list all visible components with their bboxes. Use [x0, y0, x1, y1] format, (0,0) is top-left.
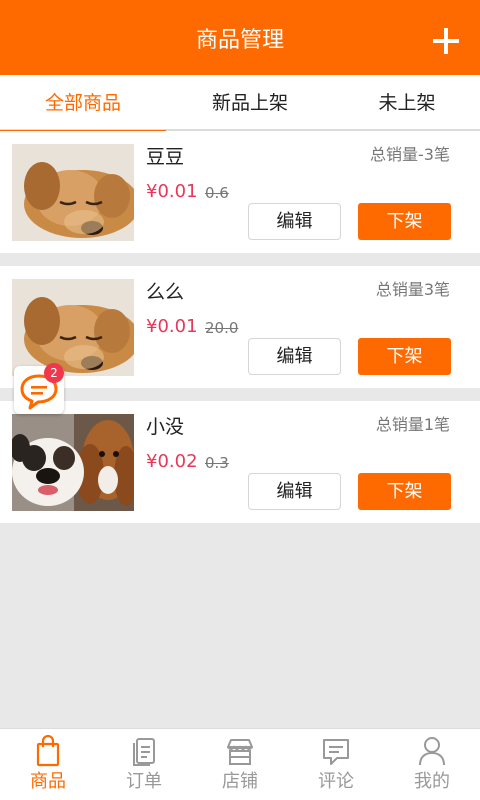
product-image — [12, 144, 134, 241]
nav-comments[interactable]: 评论 — [288, 729, 384, 800]
nav-label: 商品 — [30, 771, 66, 792]
tab-label: 新品上架 — [211, 92, 288, 114]
product-image — [12, 279, 134, 376]
product-name: 小没 — [146, 416, 185, 438]
product-name: 豆豆 — [146, 146, 185, 168]
product-image — [12, 414, 134, 511]
product-price: ¥0.02 — [146, 451, 198, 472]
product-card[interactable]: 么么 总销量3笔 ¥0.01 20.0 编辑 下架 — [0, 266, 480, 388]
tab-new-arrivals[interactable]: 新品上架 — [166, 75, 334, 131]
delist-button[interactable]: 下架 — [358, 473, 451, 510]
sales-count: 总销量3笔 — [375, 280, 450, 299]
unread-badge: 2 — [44, 363, 64, 383]
nav-label: 店铺 — [222, 771, 258, 792]
floating-chat-button[interactable]: 2 — [14, 363, 64, 414]
edit-button[interactable]: 编辑 — [248, 203, 341, 240]
bottom-nav: 商品 订单 店铺 评论 我的 — [0, 728, 480, 800]
nav-label: 我的 — [414, 771, 450, 792]
sales-count: 总销量1笔 — [375, 415, 450, 434]
person-icon — [419, 737, 445, 766]
app-header: 商品管理 — [0, 8, 480, 75]
original-price: 20.0 — [205, 319, 239, 337]
delist-button[interactable]: 下架 — [358, 338, 451, 375]
product-card[interactable]: 豆豆 总销量-3笔 ¥0.01 0.6 编辑 下架 — [0, 131, 480, 253]
tab-label: 全部商品 — [44, 92, 121, 114]
nav-products[interactable]: 商品 — [0, 729, 96, 800]
nav-store[interactable]: 店铺 — [192, 729, 288, 800]
nav-orders[interactable]: 订单 — [96, 729, 192, 800]
original-price: 0.3 — [205, 454, 229, 472]
edit-button[interactable]: 编辑 — [248, 473, 341, 510]
sales-count: 总销量-3笔 — [370, 145, 450, 164]
nav-label: 评论 — [318, 771, 354, 792]
plus-icon[interactable] — [430, 25, 462, 57]
nav-label: 订单 — [126, 771, 162, 792]
tab-all-products[interactable]: 全部商品 — [0, 75, 166, 133]
shopping-bag-icon — [36, 735, 60, 767]
filter-tabs: 全部商品 新品上架 未上架 — [0, 75, 480, 133]
store-icon — [227, 739, 253, 765]
comment-icon — [323, 739, 349, 765]
tab-label: 未上架 — [378, 92, 436, 114]
page-title: 商品管理 — [195, 28, 284, 53]
tab-unlisted[interactable]: 未上架 — [334, 75, 480, 131]
edit-button[interactable]: 编辑 — [248, 338, 341, 375]
status-bar — [0, 0, 480, 8]
original-price: 0.6 — [205, 184, 229, 202]
product-price: ¥0.01 — [146, 316, 198, 337]
product-price: ¥0.01 — [146, 181, 198, 202]
delist-button[interactable]: 下架 — [358, 203, 451, 240]
product-card[interactable]: 小没 总销量1笔 ¥0.02 0.3 编辑 下架 — [0, 401, 480, 523]
document-icon — [133, 738, 155, 766]
product-name: 么么 — [146, 281, 185, 303]
nav-mine[interactable]: 我的 — [384, 729, 480, 800]
